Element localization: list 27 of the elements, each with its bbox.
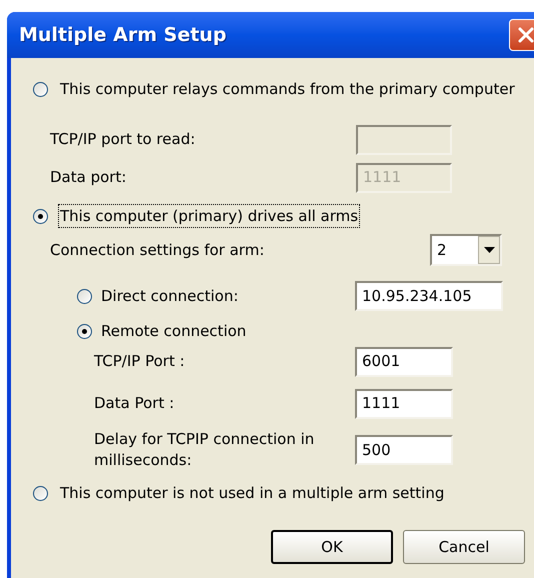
radio-button[interactable] [77, 288, 92, 304]
radio-label: This computer relays commands from the primary computer [59, 79, 516, 100]
dialog-button[interactable]: OK [271, 530, 393, 564]
field-label: TCP/IP Port : [94, 351, 186, 372]
radio-button[interactable] [33, 82, 48, 96]
close-icon [517, 26, 534, 44]
dropdown[interactable]: 2 [430, 234, 502, 266]
field-label: Data port: [50, 167, 128, 188]
field-label: Connection settings for arm: [50, 240, 266, 261]
radio-label: Direct connection: [101, 286, 238, 307]
radio-label: This computer is not used in a multiple arm setting [59, 483, 446, 504]
close-button[interactable] [509, 19, 534, 51]
radio-button[interactable] [77, 324, 92, 338]
radio-label: This computer (primary) drives all arms [58, 204, 360, 228]
text-field[interactable]: 500 [355, 435, 453, 465]
field-label: TCP/IP port to read: [50, 129, 196, 150]
radio-button[interactable] [33, 486, 48, 500]
window-title: Multiple Arm Setup [19, 22, 226, 48]
dialog-button[interactable]: Cancel [403, 530, 525, 564]
field-label: Data Port : [94, 393, 176, 414]
text-field[interactable]: 1111 [355, 388, 453, 418]
dropdown-arrow-icon [484, 246, 494, 254]
field-label: Delay for TCPIP connection in milliseconds: [94, 429, 316, 471]
radio-button[interactable] [33, 208, 48, 224]
radio-label: Remote connection [101, 320, 246, 342]
text-field[interactable]: 6001 [355, 346, 453, 376]
text-field[interactable]: 10.95.234.105 [355, 281, 503, 311]
